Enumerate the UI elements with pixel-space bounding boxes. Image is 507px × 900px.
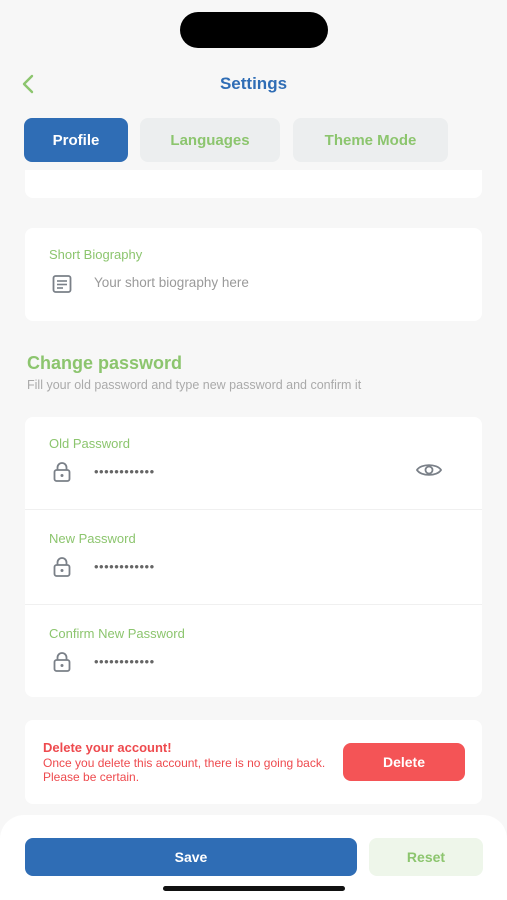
delete-account-warning: Once you delete this account, there is n… — [43, 756, 326, 784]
previous-field-card — [25, 170, 482, 198]
lock-icon — [51, 556, 73, 578]
confirm-password-label: Confirm New Password — [49, 626, 185, 641]
tab-languages[interactable]: Languages — [140, 118, 280, 162]
new-password-label: New Password — [49, 531, 136, 546]
password-card: Old Password •••••••••••• New Password •… — [25, 417, 482, 697]
page-title: Settings — [219, 74, 288, 93]
reset-button[interactable]: Reset — [369, 838, 483, 876]
divider — [25, 604, 482, 605]
change-password-subtitle: Fill your old password and type new pass… — [27, 378, 362, 392]
delete-account-title: Delete your account! — [43, 740, 172, 755]
new-password-input[interactable]: •••••••••••• — [94, 559, 155, 574]
change-password-title: Change password — [27, 353, 183, 373]
tab-profile[interactable]: Profile — [24, 118, 128, 162]
delete-button[interactable]: Delete — [343, 743, 465, 781]
old-password-input[interactable]: •••••••••••• — [94, 464, 155, 479]
eye-icon[interactable] — [415, 459, 443, 481]
save-button[interactable]: Save — [25, 838, 357, 876]
lock-icon — [51, 651, 73, 673]
short-biography-input[interactable]: Your short biography here — [94, 275, 249, 290]
old-password-label: Old Password — [49, 436, 130, 451]
tab-theme-mode[interactable]: Theme Mode — [293, 118, 448, 162]
home-indicator — [163, 886, 345, 891]
lock-icon — [51, 461, 73, 483]
short-biography-field[interactable]: Short Biography Your short biography her… — [25, 228, 482, 321]
confirm-password-input[interactable]: •••••••••••• — [94, 654, 155, 669]
notes-icon — [51, 273, 73, 295]
divider — [25, 509, 482, 510]
short-biography-label: Short Biography — [49, 247, 143, 262]
dynamic-island — [180, 12, 328, 48]
delete-account-card: Delete your account! Once you delete thi… — [25, 720, 482, 804]
